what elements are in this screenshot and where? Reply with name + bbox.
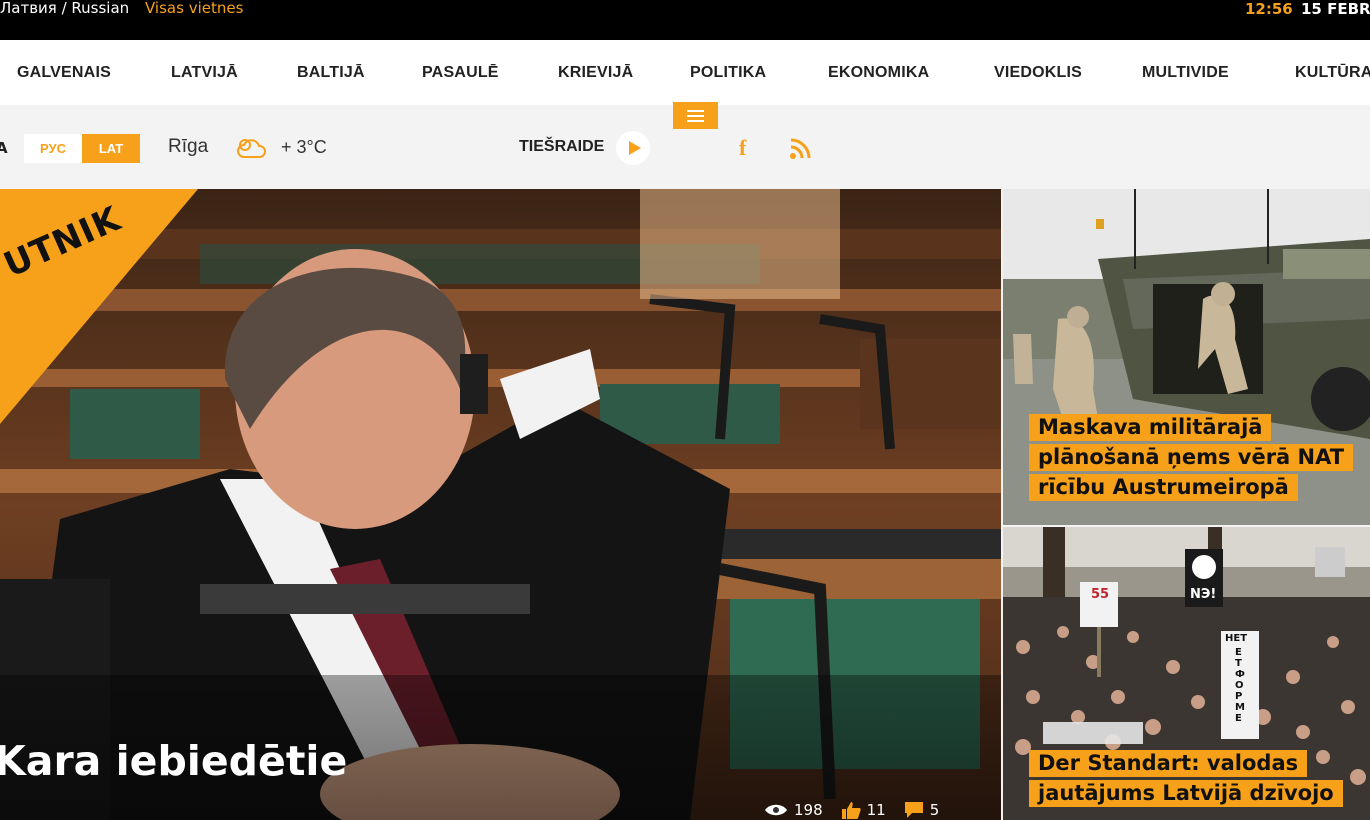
headline-line: Maskava militārajā — [1029, 414, 1272, 441]
nav-item-latvija[interactable]: LATVIJĀ — [171, 64, 238, 82]
current-date: 15 FEBRU — [1301, 0, 1370, 18]
headline-line: rīcību Austrumeiropā — [1029, 474, 1298, 501]
likes-count: 11 — [866, 801, 886, 819]
weather-temperature: + 3°C — [281, 137, 327, 157]
side-story-headline[interactable]: Der Standart: valodas jautājums Latvijā … — [1029, 750, 1343, 807]
hero-headline[interactable]: Kara iebiedētie — [0, 737, 347, 785]
headline-line: jautājums Latvijā dzīvojo — [1029, 780, 1343, 807]
sign-small: НЕТ — [1225, 633, 1248, 644]
thumbs-up-icon[interactable] — [841, 801, 861, 819]
menu-icon[interactable] — [673, 102, 718, 129]
nav-item-baltija[interactable]: BALTIJĀ — [297, 64, 365, 82]
facebook-icon[interactable]: f — [739, 135, 746, 161]
nav-item-multivide[interactable]: MULTIVIDE — [1142, 64, 1229, 82]
nav-item-kultura[interactable]: KULTŪRA — [1295, 64, 1370, 82]
article-stats: 198 11 5 — [764, 801, 951, 819]
current-time: 12:56 — [1245, 0, 1293, 18]
rss-icon[interactable] — [789, 138, 811, 164]
views-count: 198 — [794, 801, 823, 819]
sign-stop: NЭ! — [1190, 587, 1217, 602]
headline-line: plānošanā ņems vērā NAT — [1029, 444, 1354, 471]
truncated-label: A — [0, 139, 8, 157]
nav-item-pasaule[interactable]: PASAULĒ — [422, 64, 499, 82]
nav-item-galvenais[interactable]: GALVENAIS — [17, 64, 111, 82]
nav-item-politika[interactable]: POLITIKA — [690, 64, 766, 82]
all-sites-link[interactable]: Visas vietnes — [145, 0, 243, 17]
language-ru-button[interactable]: РУС — [24, 134, 82, 163]
side-story-protest[interactable]: 55 NЭ! НЕТ Е Т Ф О Р М Е Der Standart: v… — [1003, 527, 1370, 820]
sign-number: 55 — [1091, 587, 1110, 602]
play-icon[interactable] — [616, 131, 650, 165]
language-lv-button[interactable]: LAT — [82, 134, 140, 163]
eye-icon — [765, 804, 787, 816]
nav-item-krievija[interactable]: KRIEVIJĀ — [558, 64, 633, 82]
nav-item-viedoklis[interactable]: VIEDOKLIS — [994, 64, 1082, 82]
comment-icon[interactable] — [904, 801, 924, 819]
nav-item-ekonomika[interactable]: EKONOMIKA — [828, 64, 929, 82]
top-bar: Латвия / Russian Visas vietnes 12:56 15 … — [0, 0, 1370, 40]
live-broadcast-label[interactable]: TIEŠRAIDE — [519, 138, 604, 156]
side-story-military[interactable]: Maskava militārajā plānošanā ņems vērā N… — [1003, 189, 1370, 525]
sign-vertical: Е Т Ф О Р М Е — [1235, 647, 1245, 724]
hero-story[interactable]: UTNIK Kara iebiedētie 198 11 5 — [0, 189, 1001, 820]
main-navigation: GALVENAIS LATVIJĀ BALTIJĀ PASAULĒ KRIEVI… — [0, 40, 1370, 105]
comments-count: 5 — [929, 801, 940, 819]
cloud-icon — [236, 137, 268, 165]
weather-city[interactable]: Rīga — [168, 136, 208, 158]
headline-line: Der Standart: valodas — [1029, 750, 1308, 777]
edition-selector[interactable]: Латвия / Russian — [0, 0, 129, 17]
side-story-headline[interactable]: Maskava militārajā plānošanā ņems vērā N… — [1029, 414, 1354, 501]
